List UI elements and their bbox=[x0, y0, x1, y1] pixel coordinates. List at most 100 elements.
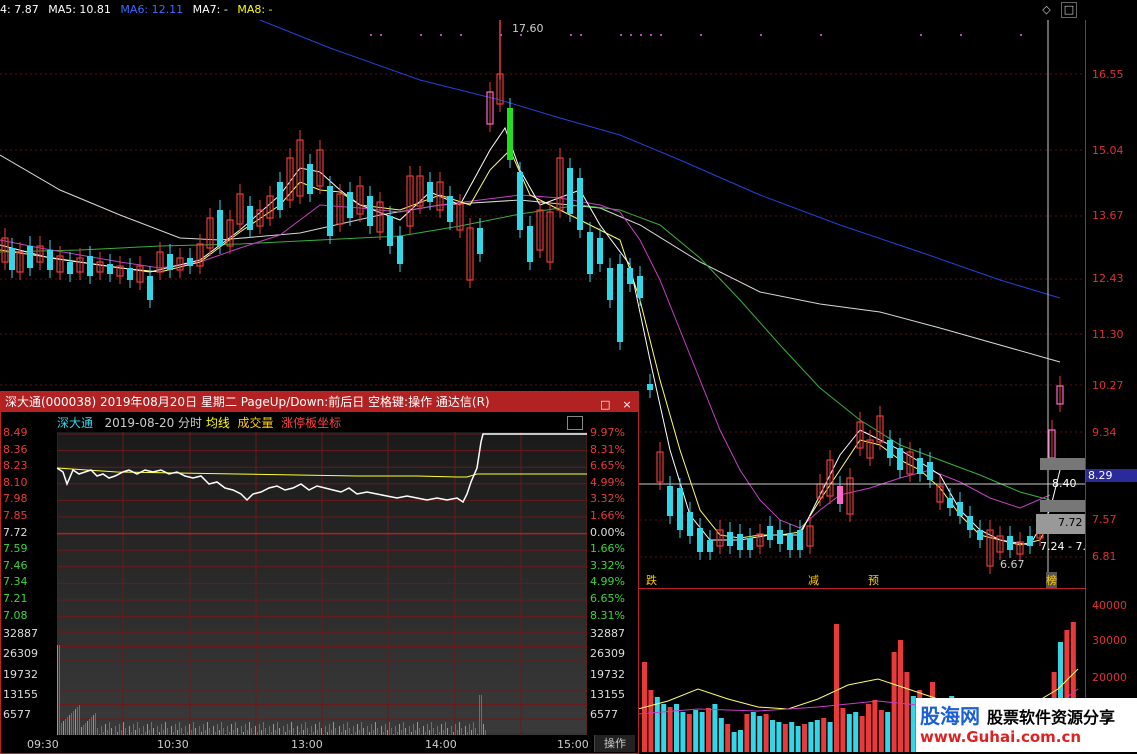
volume-bar bbox=[125, 728, 126, 735]
candle-body bbox=[787, 534, 793, 550]
volume-bar bbox=[808, 722, 814, 752]
percent-tick: 9.97% bbox=[590, 426, 625, 439]
candle-body bbox=[367, 196, 373, 226]
volume-bar bbox=[325, 726, 326, 735]
volume-bar bbox=[167, 728, 168, 735]
volume-bar bbox=[417, 722, 418, 735]
volume-bar bbox=[840, 708, 846, 752]
price-tick: 10.27 bbox=[1092, 379, 1124, 392]
candle-body bbox=[707, 540, 713, 552]
volume-bar bbox=[175, 724, 176, 735]
restore-button[interactable]: □ bbox=[598, 398, 612, 412]
candle-body bbox=[107, 264, 113, 274]
signal-dot bbox=[460, 34, 462, 36]
volume-bar bbox=[315, 724, 316, 735]
volume-bar bbox=[287, 724, 288, 735]
signal-dot bbox=[380, 34, 382, 36]
operations-button[interactable]: 操作 bbox=[594, 735, 635, 752]
volume-bar bbox=[111, 728, 112, 735]
event-marker[interactable]: 跌 bbox=[646, 572, 657, 588]
volume-bar bbox=[199, 726, 200, 735]
volume-bar bbox=[259, 724, 260, 735]
candle-body bbox=[897, 448, 903, 470]
volume-bar bbox=[57, 645, 58, 735]
candle-body bbox=[187, 258, 193, 266]
volume-bar bbox=[459, 722, 460, 735]
candle-body bbox=[607, 268, 613, 300]
volume-bar bbox=[207, 722, 208, 735]
limit-coord-legend[interactable]: 涨停板坐标 bbox=[281, 416, 341, 430]
volume-tick: 40000 bbox=[1092, 599, 1127, 612]
volume-bar bbox=[872, 700, 878, 752]
candle-body bbox=[887, 440, 893, 458]
intraday-popup[interactable]: 深大通(000038) 2019年08月20日 星期二 PageUp/Down:… bbox=[0, 391, 639, 754]
minimize-icon[interactable]: □ bbox=[1061, 2, 1077, 18]
candle-body bbox=[567, 168, 573, 214]
volume-bar bbox=[143, 726, 144, 735]
volume-bar bbox=[277, 722, 278, 735]
volume-bar bbox=[65, 719, 66, 735]
candle-body bbox=[667, 486, 673, 516]
candle-body bbox=[947, 498, 953, 508]
price-axis: 16.55 15.04 13.67 12.43 11.30 10.27 9.34… bbox=[1085, 20, 1137, 752]
volume-bar bbox=[301, 724, 302, 735]
time-tick: 10:30 bbox=[157, 738, 189, 751]
price-tick: 13.67 bbox=[1092, 209, 1124, 222]
low-price-label: 6.67 bbox=[1000, 558, 1025, 571]
volume-bar bbox=[123, 722, 124, 735]
volume-tick: 30000 bbox=[1092, 634, 1127, 647]
volume-tick: 13155 bbox=[3, 687, 38, 701]
volume-bar bbox=[269, 726, 270, 735]
percent-tick: 6.65% bbox=[590, 592, 625, 605]
volume-bar bbox=[385, 724, 386, 735]
volume-bar bbox=[744, 714, 750, 752]
volume-bar bbox=[427, 724, 428, 735]
volume-bar bbox=[255, 726, 256, 735]
percent-tick: 8.31% bbox=[590, 442, 625, 456]
percent-tick: 6.65% bbox=[590, 459, 625, 473]
ma-legend-item: MA5: 10.81 bbox=[48, 3, 111, 16]
candle-body bbox=[167, 254, 173, 270]
volume-bar bbox=[419, 728, 420, 735]
volume-bar bbox=[904, 672, 910, 752]
diamond-icon[interactable]: ◇ bbox=[1040, 3, 1054, 17]
volume-tick: 32887 bbox=[590, 627, 625, 640]
volume-bar bbox=[77, 707, 78, 735]
volume-bar bbox=[770, 720, 775, 752]
volume-bar bbox=[433, 728, 434, 735]
volume-bar bbox=[161, 724, 162, 735]
percent-tick: 4.99% bbox=[590, 475, 625, 489]
volume-bar bbox=[738, 730, 743, 752]
volume-bar bbox=[479, 695, 480, 735]
event-marker[interactable]: 预 bbox=[868, 572, 879, 588]
price-tick: 6.81 bbox=[1092, 550, 1117, 563]
watermark-slogan: 股票软件资源分享 bbox=[986, 708, 1115, 727]
intraday-chart[interactable] bbox=[57, 432, 587, 735]
event-marker[interactable]: 榜 bbox=[1046, 572, 1057, 588]
price-tick: 8.36 bbox=[3, 442, 28, 456]
volume-bar bbox=[451, 726, 452, 735]
time-tick: 09:30 bbox=[27, 738, 59, 751]
volume-bar bbox=[750, 712, 756, 752]
price-tick: 15.04 bbox=[1092, 144, 1124, 157]
volume-bar bbox=[133, 724, 134, 735]
event-marker[interactable]: 减 bbox=[808, 572, 819, 588]
calendar-icon[interactable] bbox=[567, 416, 583, 430]
volume-bar bbox=[814, 720, 820, 752]
ma-legend-item: MA7: - bbox=[192, 3, 228, 16]
price-box bbox=[1040, 500, 1085, 512]
volume-bar bbox=[185, 726, 186, 735]
volume-bar bbox=[399, 724, 400, 735]
popup-titlebar[interactable]: 深大通(000038) 2019年08月20日 星期二 PageUp/Down:… bbox=[1, 392, 638, 412]
price-box bbox=[1040, 458, 1085, 470]
candle-body bbox=[427, 182, 433, 202]
volume-bar bbox=[61, 723, 62, 735]
candle-body bbox=[617, 264, 623, 342]
close-button[interactable]: × bbox=[620, 398, 634, 412]
percent-tick: 1.66% bbox=[590, 542, 625, 556]
signal-dot bbox=[960, 34, 962, 36]
signal-dot bbox=[920, 34, 922, 36]
volume-bar bbox=[273, 724, 274, 735]
volume-bar bbox=[81, 727, 82, 735]
volume-bar bbox=[680, 712, 686, 752]
